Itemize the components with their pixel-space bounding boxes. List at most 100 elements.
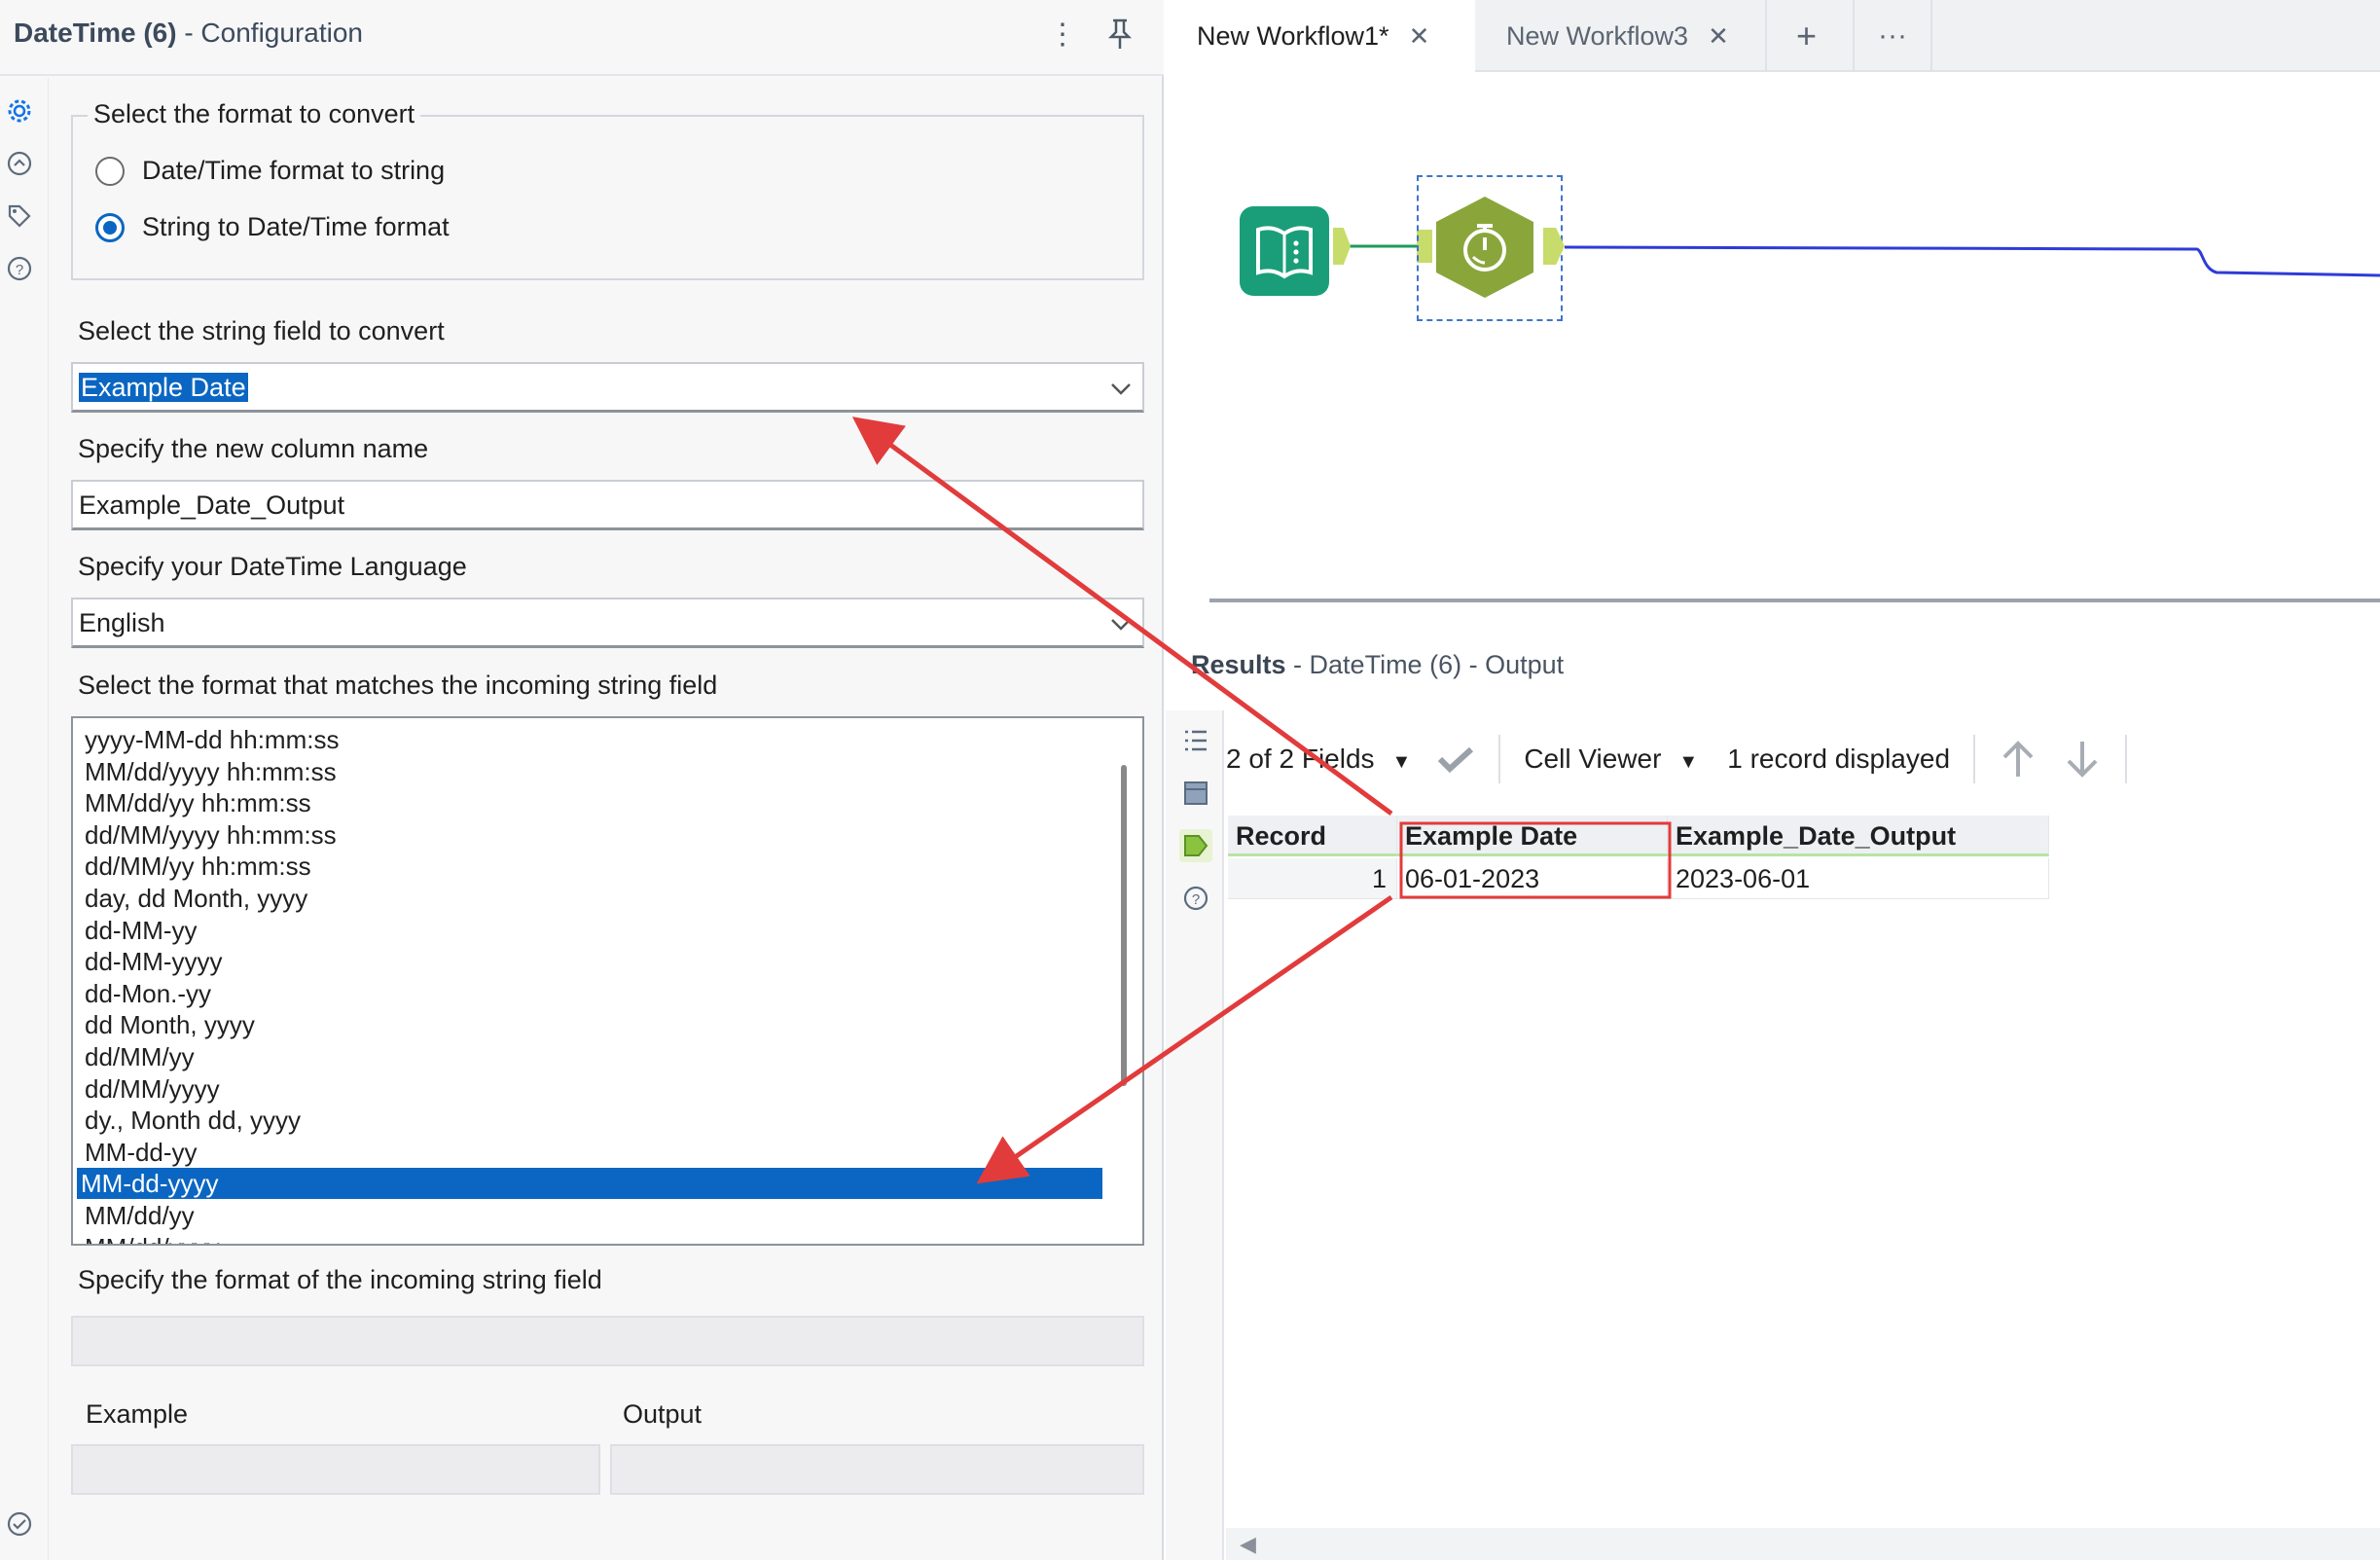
- results-side-rail: ?: [1166, 710, 1224, 1560]
- configuration-title: DateTime (6) - Configuration: [14, 18, 363, 49]
- new-column-input[interactable]: Example_Date_Output: [71, 480, 1144, 530]
- language-label: Specify your DateTime Language: [78, 552, 467, 581]
- format-list-item[interactable]: day, dd Month, yyyy: [81, 883, 1102, 914]
- radio-label: String to Date/Time format: [142, 212, 450, 241]
- record-count: 1 record displayed: [1727, 744, 1951, 774]
- example-label: Example: [86, 1399, 189, 1429]
- more-horizontal-icon[interactable]: ···: [1855, 0, 1932, 72]
- format-list-item[interactable]: dd-Mon.-yy: [81, 978, 1102, 1009]
- chevron-down-icon[interactable]: [1109, 611, 1133, 638]
- tool-name: DateTime (6): [14, 18, 177, 48]
- results-toolbar: 2 of 2 Fields ▼ Cell Viewer ▼ 1 record dis…: [1226, 730, 2150, 788]
- tab-label: New Workflow3: [1506, 20, 1689, 51]
- cell-output[interactable]: 2023-06-01: [1668, 858, 2049, 899]
- pin-icon[interactable]: [1105, 16, 1135, 53]
- scroll-left-icon[interactable]: ◀: [1240, 1532, 1256, 1557]
- caret-down-icon[interactable]: ▼: [1678, 751, 1698, 773]
- format-list-item[interactable]: MM/dd/yyyy hh:mm:ss: [81, 756, 1102, 787]
- column-header-example-date[interactable]: Example Date: [1397, 816, 1668, 856]
- format-list-item[interactable]: MM/dd/yy: [81, 1200, 1102, 1231]
- format-fieldset-legend: Select the format to convert: [88, 99, 421, 129]
- format-list-item[interactable]: dd-MM-yyyy: [81, 946, 1102, 977]
- horizontal-scrollbar[interactable]: ◀: [1226, 1528, 2380, 1560]
- toolbar-separator: [2125, 735, 2128, 783]
- format-list-item[interactable]: dd/MM/yyyy hh:mm:ss: [81, 819, 1102, 851]
- list-scrollbar[interactable]: [1121, 765, 1127, 1086]
- plus-icon[interactable]: +: [1767, 0, 1855, 72]
- caret-down-icon[interactable]: ▼: [1392, 751, 1412, 773]
- format-fieldset: [71, 115, 1144, 280]
- title-suffix: - Configuration: [176, 18, 363, 48]
- radio-string-to-datetime[interactable]: String to Date/Time format: [95, 212, 450, 242]
- format-list-item[interactable]: dd-MM-yy: [81, 915, 1102, 946]
- workflow-diagram: [1347, 244, 2380, 277]
- tab-new-workflow1[interactable]: New Workflow1* ✕: [1166, 0, 1475, 72]
- format-list-item[interactable]: dy., Month dd, yyyy: [81, 1105, 1102, 1136]
- workflow-canvas[interactable]: [1166, 74, 2380, 590]
- language-value: English: [79, 608, 165, 637]
- table-icon[interactable]: [1179, 777, 1212, 810]
- arrow-up-icon[interactable]: [1999, 738, 2037, 780]
- help-icon[interactable]: ?: [1179, 882, 1212, 915]
- check-circle-icon: [4, 1508, 35, 1540]
- help-icon[interactable]: ?: [4, 253, 35, 284]
- format-list-item[interactable]: MM/dd/yy hh:mm:ss: [81, 787, 1102, 818]
- workflow-tabs-bar: New Workflow1* ✕ New Workflow3 ✕ + ···: [1166, 0, 2380, 72]
- toolbar-separator: [1498, 735, 1501, 783]
- pane-splitter[interactable]: [1209, 599, 2380, 602]
- close-icon[interactable]: ✕: [1708, 21, 1729, 52]
- gear-icon[interactable]: [4, 95, 35, 127]
- format-list-item-selected[interactable]: MM-dd-yyyy: [77, 1168, 1102, 1200]
- example-input[interactable]: [71, 1444, 600, 1495]
- tag-icon[interactable]: [4, 200, 35, 232]
- output-label: Output: [623, 1399, 703, 1429]
- annotation-icon[interactable]: [4, 148, 35, 179]
- column-header-record[interactable]: Record: [1228, 816, 1397, 856]
- book-icon[interactable]: [1240, 206, 1329, 296]
- format-list-item[interactable]: dd Month, yyyy: [81, 1009, 1102, 1040]
- format-list-item[interactable]: dd/MM/yy: [81, 1041, 1102, 1072]
- svg-text:?: ?: [1192, 891, 1200, 908]
- results-title: Results - DateTime (6) - Output: [1191, 650, 1564, 680]
- format-list-item[interactable]: dd/MM/yyyy: [81, 1073, 1102, 1105]
- format-list-label: Select the format that matches the incom…: [78, 671, 718, 700]
- radio-button-checked[interactable]: [95, 212, 125, 242]
- cell-record[interactable]: 1: [1228, 858, 1397, 899]
- tab-label: New Workflow1*: [1197, 20, 1389, 51]
- format-list-item[interactable]: dd/MM/yy hh:mm:ss: [81, 851, 1102, 882]
- cell-example-date[interactable]: 06-01-2023: [1397, 858, 1668, 899]
- output-input[interactable]: [610, 1444, 1144, 1495]
- radio-label: Date/Time format to string: [142, 156, 446, 185]
- selected-field-text: Example Date: [79, 373, 248, 402]
- config-side-rail: ?: [0, 78, 49, 1560]
- column-header-output[interactable]: Example_Date_Output: [1668, 816, 2049, 856]
- string-field-label: Select the string field to convert: [78, 316, 445, 345]
- fields-label: 2 of 2 Fields: [1226, 744, 1375, 774]
- arrow-down-icon[interactable]: [2063, 738, 2102, 780]
- tab-new-workflow3[interactable]: New Workflow3 ✕: [1475, 0, 1767, 72]
- toolbar-separator: [1973, 735, 1976, 783]
- svg-text:?: ?: [16, 262, 23, 278]
- tag-active-icon[interactable]: [1179, 829, 1212, 862]
- chevron-down-icon[interactable]: [1109, 376, 1133, 403]
- results-title-bold: Results: [1191, 650, 1286, 679]
- configuration-header: DateTime (6) - Configuration ⋮: [0, 0, 1164, 76]
- format-list-item[interactable]: MM/dd/yyyy: [81, 1232, 1102, 1244]
- cell-viewer-dropdown[interactable]: Cell Viewer ▼: [1524, 744, 1698, 775]
- results-grid: Record Example Date Example_Date_Output …: [1228, 816, 2049, 903]
- close-icon[interactable]: ✕: [1409, 21, 1430, 52]
- fields-dropdown[interactable]: 2 of 2 Fields ▼: [1226, 744, 1411, 775]
- radio-button[interactable]: [95, 156, 125, 186]
- format-list-item[interactable]: MM-dd-yy: [81, 1137, 1102, 1168]
- results-title-rest: - DateTime (6) - Output: [1285, 650, 1565, 679]
- list-icon[interactable]: [1179, 724, 1212, 757]
- incoming-format-input[interactable]: [71, 1316, 1144, 1366]
- format-list-item[interactable]: yyyy-MM-dd hh:mm:ss: [81, 724, 1102, 755]
- radio-datetime-to-string[interactable]: Date/Time format to string: [95, 156, 445, 186]
- format-listbox[interactable]: yyyy-MM-dd hh:mm:ss MM/dd/yyyy hh:mm:ss MM…: [71, 716, 1144, 1246]
- language-select[interactable]: English: [71, 598, 1144, 648]
- string-field-select[interactable]: Example Date: [71, 362, 1144, 413]
- incoming-format-label: Specify the format of the incoming strin…: [78, 1265, 602, 1294]
- more-vertical-icon[interactable]: ⋮: [1048, 18, 1077, 51]
- checkmark-icon[interactable]: [1436, 744, 1475, 774]
